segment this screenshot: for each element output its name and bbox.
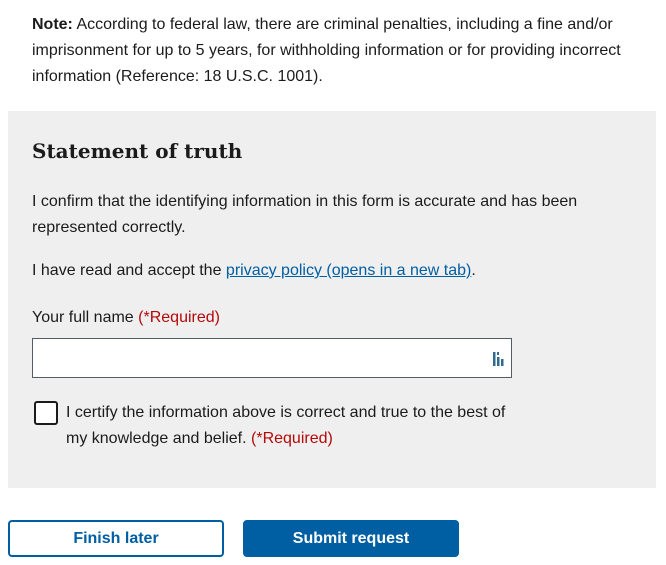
full-name-required: (*Required)	[138, 309, 220, 326]
certify-required: (*Required)	[251, 430, 333, 447]
note-text: According to federal law, there are crim…	[32, 16, 621, 85]
statement-title: Statement of truth	[32, 139, 243, 163]
statement-of-truth-panel: Statement of truth I confirm that the id…	[8, 111, 656, 488]
full-name-label-text: Your full name	[32, 309, 134, 326]
privacy-statement: I have read and accept the privacy polic…	[32, 258, 632, 284]
full-name-input[interactable]	[33, 339, 511, 377]
privacy-policy-link[interactable]: privacy policy (opens in a new tab)	[226, 262, 471, 279]
note-label: Note:	[32, 16, 73, 33]
confirm-text: I confirm that the identifying informati…	[32, 193, 578, 236]
legal-note: Note: According to federal law, there ar…	[32, 12, 644, 90]
full-name-label: Your full name (*Required)	[32, 306, 220, 330]
certify-label: I certify the information above is corre…	[66, 400, 526, 452]
password-manager-icon[interactable]	[492, 351, 506, 367]
submit-request-button[interactable]: Submit request	[243, 520, 459, 557]
certify-checkbox[interactable]	[34, 401, 58, 425]
privacy-prefix: I have read and accept the	[32, 262, 226, 279]
finish-later-button[interactable]: Finish later	[8, 520, 224, 557]
privacy-suffix: .	[471, 262, 476, 279]
full-name-field	[32, 338, 512, 378]
